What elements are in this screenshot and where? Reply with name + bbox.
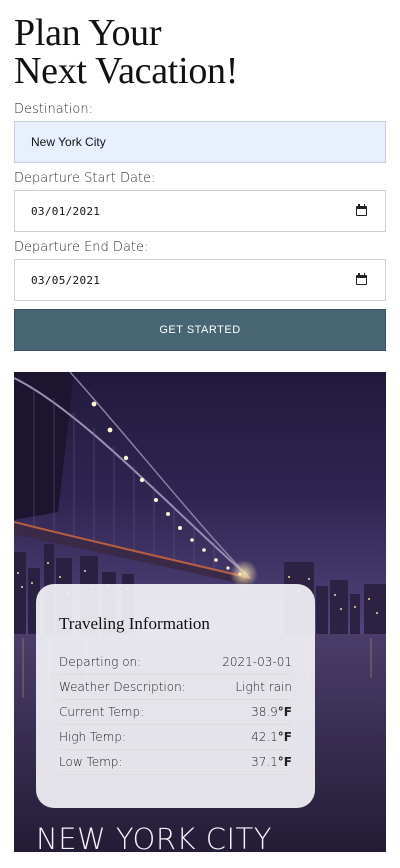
page-container: Plan Your Next Vacation! Destination: Ne… xyxy=(14,0,386,351)
destination-value: New York City xyxy=(31,135,106,149)
info-value-number: 42.1 xyxy=(251,730,278,744)
destination-hero-image: Traveling Information Departing on: 2021… xyxy=(14,372,386,852)
info-label: Current Temp: xyxy=(59,705,145,719)
info-row-high-temp: High Temp: 42.1°F xyxy=(59,725,292,750)
info-value: Light rain xyxy=(235,680,292,694)
temperature-unit: °F xyxy=(277,705,292,719)
info-label: High Temp: xyxy=(59,730,127,744)
temperature-unit: °F xyxy=(277,730,292,744)
start-date-label: Departure Start Date: xyxy=(14,171,156,186)
info-label: Departing on: xyxy=(59,655,142,669)
start-date-value: 03/01/2021 xyxy=(31,204,101,218)
info-value: 38.9°F xyxy=(251,705,292,719)
page-title-line-1: Plan Your xyxy=(14,12,162,54)
info-value: 37.1°F xyxy=(251,755,292,769)
traveling-information-card: Traveling Information Departing on: 2021… xyxy=(36,584,315,808)
card-title: Traveling Information xyxy=(59,614,210,633)
info-row-current-temp: Current Temp: 38.9°F xyxy=(59,700,292,725)
info-value-number: 2021-03-01 xyxy=(222,655,292,669)
temperature-unit: °F xyxy=(277,755,292,769)
info-row-weather: Weather Description: Light rain xyxy=(59,675,292,700)
info-row-low-temp: Low Temp: 37.1°F xyxy=(59,750,292,775)
start-date-input[interactable]: 03/01/2021 xyxy=(14,190,386,232)
calendar-icon[interactable] xyxy=(356,273,367,285)
info-value-text: Light rain xyxy=(235,680,292,694)
get-started-button[interactable]: GET STARTED xyxy=(14,309,386,351)
info-label: Low Temp: xyxy=(59,755,123,769)
info-row-departing: Departing on: 2021-03-01 xyxy=(59,650,292,675)
info-value-number: 37.1 xyxy=(251,755,278,769)
end-date-input[interactable]: 03/05/2021 xyxy=(14,259,386,301)
destination-input[interactable]: New York City xyxy=(14,121,386,163)
destination-city-name: NEW YORK CITY xyxy=(36,822,272,852)
destination-label: Destination: xyxy=(14,102,93,117)
page-title-line-2: Next Vacation! xyxy=(14,50,239,92)
info-value: 2021-03-01 xyxy=(222,655,292,669)
page-title: Plan Your Next Vacation! xyxy=(14,14,386,90)
end-date-value: 03/05/2021 xyxy=(31,273,101,287)
info-value: 42.1°F xyxy=(251,730,292,744)
end-date-label: Departure End Date: xyxy=(14,240,149,255)
info-value-number: 38.9 xyxy=(251,705,278,719)
calendar-icon[interactable] xyxy=(356,204,367,216)
info-label: Weather Description: xyxy=(59,680,186,694)
